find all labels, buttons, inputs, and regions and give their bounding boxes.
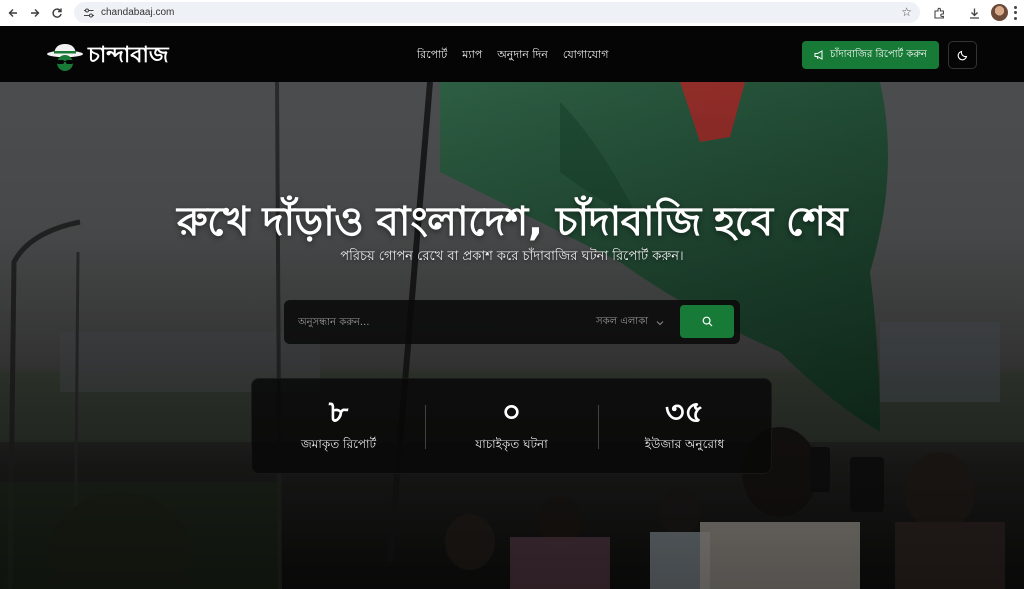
- puzzle-icon: [933, 7, 944, 19]
- stat-user-requests: ৩৫ ইউজার অনুরোধ: [598, 379, 771, 473]
- stat-label: ইউজার অনুরোধ: [644, 437, 725, 451]
- downloads-button[interactable]: [964, 3, 984, 23]
- report-button-label: চাঁদাবাজির রিপোর্ট করুন: [830, 48, 927, 60]
- nav-item-donate[interactable]: অনুদান দিন: [497, 46, 548, 65]
- reload-icon: [52, 8, 62, 18]
- stat-verified-incidents: ০ যাচাইকৃত ঘটনা: [425, 379, 598, 473]
- download-icon: [969, 8, 979, 19]
- search-input[interactable]: [292, 308, 582, 336]
- logo-text: চান্দাবাজ: [88, 43, 169, 68]
- browser-menu-button[interactable]: [1012, 5, 1018, 21]
- back-button[interactable]: [2, 2, 24, 24]
- chevron-down-icon: [656, 320, 664, 326]
- stat-value: ৩৫: [665, 395, 704, 430]
- address-bar[interactable]: chandabaaj.com ☆: [74, 2, 920, 23]
- area-select-label: সকল এলাকা: [596, 316, 649, 327]
- spy-hat-icon: [46, 41, 84, 73]
- forward-button[interactable]: [24, 2, 46, 24]
- hero-subtitle: পরিচয় গোপন রেখে বা প্রকাশ করে চাঁদাবাজি…: [340, 249, 684, 264]
- megaphone-icon: [814, 50, 825, 60]
- main-nav: রিপোর্ট ম্যাপ অনুদান দিন যোগাযোগ: [417, 46, 623, 65]
- arrow-right-icon: [31, 9, 40, 17]
- search-button[interactable]: [680, 305, 734, 338]
- reload-button[interactable]: [46, 2, 68, 24]
- search-bar: সকল এলাকা: [284, 300, 740, 344]
- stat-value: ০: [501, 395, 522, 430]
- hero-section: রুখে দাঁড়াও বাংলাদেশ, চাঁদাবাজি হবে শেষ…: [0, 82, 1024, 589]
- browser-toolbar: chandabaaj.com ☆: [0, 0, 1024, 26]
- profile-avatar[interactable]: [991, 4, 1008, 21]
- moon-icon: [957, 50, 967, 61]
- arrow-left-icon: [8, 9, 17, 17]
- stats-panel: ৮ জমাকৃত রিপোর্ট ০ যাচাইকৃত ঘটনা ৩৫ ইউজা…: [251, 378, 772, 474]
- nav-item-reports[interactable]: রিপোর্ট: [417, 46, 447, 65]
- stat-label: যাচাইকৃত ঘটনা: [475, 437, 548, 451]
- site-info-button[interactable]: [78, 2, 100, 23]
- stat-submitted-reports: ৮ জমাকৃত রিপোর্ট: [252, 379, 425, 473]
- nav-item-map[interactable]: ম্যাপ: [462, 46, 482, 65]
- site-logo[interactable]: চান্দাবাজ: [46, 38, 169, 75]
- theme-toggle-button[interactable]: [948, 41, 977, 69]
- star-icon[interactable]: ☆: [901, 5, 912, 19]
- report-extortion-button[interactable]: চাঁদাবাজির রিপোর্ট করুন: [802, 41, 939, 69]
- address-url: chandabaaj.com: [101, 7, 175, 18]
- area-select[interactable]: সকল এলাকা: [596, 314, 664, 331]
- site-header: চান্দাবাজ রিপোর্ট ম্যাপ অনুদান দিন যোগায…: [0, 26, 1024, 82]
- stat-label: জমাকৃত রিপোর্ট: [300, 437, 377, 451]
- stat-value: ৮: [328, 395, 349, 430]
- tune-icon: [84, 8, 94, 17]
- nav-item-contact[interactable]: যোগাযোগ: [563, 46, 609, 65]
- extensions-button[interactable]: [929, 3, 949, 23]
- search-icon: [702, 316, 712, 327]
